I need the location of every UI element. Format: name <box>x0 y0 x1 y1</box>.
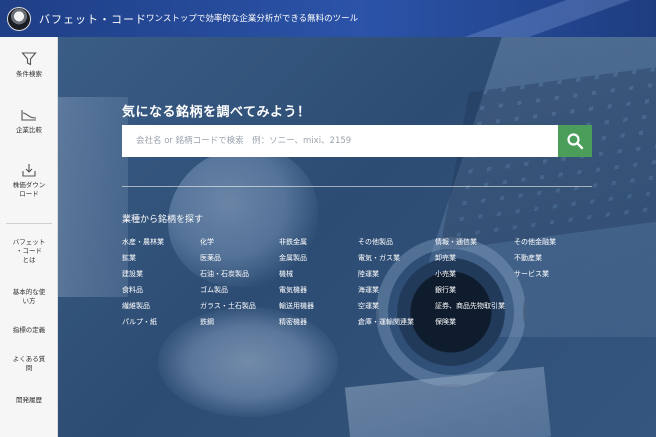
sidebar-link-changelog[interactable]: 開発履歴 <box>0 396 58 405</box>
industry-link[interactable]: 情報・通信業 <box>435 237 477 247</box>
search-button[interactable] <box>558 125 592 157</box>
background-paper <box>58 97 128 297</box>
industry-link[interactable]: 不動産業 <box>514 253 542 263</box>
sidebar-item-condition-search[interactable]: 条件検索 <box>0 51 58 79</box>
industry-link[interactable]: 鉱業 <box>122 253 136 263</box>
hero-section: 気になる銘柄を調べてみよう！ 業種から銘柄を探す 水産・農林業 鉱業 建設業 食… <box>58 37 656 437</box>
sidebar: 条件検索 企業比較 株価ダウン ロード バフェット ・コード とは 基本的な使 … <box>0 37 58 437</box>
industry-link[interactable]: ガラス・土石製品 <box>200 301 256 311</box>
sidebar-item-label: 株価ダウン ロード <box>12 181 46 198</box>
sidebar-link-definitions[interactable]: 指標の定義 <box>0 326 58 335</box>
sidebar-item-label: 条件検索 <box>16 70 42 78</box>
background-keyboard <box>439 63 656 251</box>
sidebar-link-faq[interactable]: よくある質 問 <box>0 355 58 373</box>
site-name[interactable]: バフェット・コード <box>39 11 147 27</box>
industry-link[interactable]: 海運業 <box>358 285 379 295</box>
industry-link[interactable]: 医薬品 <box>200 253 221 263</box>
compare-chart-icon <box>21 110 37 121</box>
industry-link[interactable]: 倉庫・運輸関連業 <box>358 317 414 327</box>
industry-link[interactable]: パルプ・紙 <box>122 317 157 327</box>
download-icon <box>22 164 36 177</box>
industry-link[interactable]: 化学 <box>200 237 214 247</box>
industry-link[interactable]: 水産・農林業 <box>122 237 164 247</box>
sidebar-link-basic-usage[interactable]: 基本的な使 い方 <box>0 288 58 306</box>
industry-link[interactable]: 小売業 <box>435 269 456 279</box>
logo-avatar-icon[interactable] <box>7 7 31 31</box>
industry-link[interactable]: 鉄鋼 <box>200 317 214 327</box>
industry-link[interactable]: 保険業 <box>435 317 456 327</box>
site-tagline: ワンストップで効率的な企業分析ができる無料のツール <box>146 14 359 24</box>
industry-link[interactable]: 石油・石炭製品 <box>200 269 249 279</box>
industry-link[interactable]: ゴム製品 <box>200 285 228 295</box>
industry-link[interactable]: 精密機器 <box>279 317 307 327</box>
industry-link[interactable]: 繊維製品 <box>122 301 150 311</box>
background-hand <box>158 307 338 417</box>
industry-link[interactable]: 建設業 <box>122 269 143 279</box>
background-documents <box>344 366 552 437</box>
industry-link[interactable]: その他製品 <box>358 237 393 247</box>
industry-link[interactable]: 銀行業 <box>435 285 456 295</box>
sidebar-item-label: 企業比較 <box>16 126 42 134</box>
industry-link[interactable]: 金属製品 <box>279 253 307 263</box>
search-icon <box>567 133 584 150</box>
industry-link[interactable]: 陸運業 <box>358 269 379 279</box>
industry-section-title: 業種から銘柄を探す <box>122 215 204 225</box>
stock-search-input[interactable] <box>122 125 558 157</box>
hero-title: 気になる銘柄を調べてみよう！ <box>122 105 311 120</box>
industry-link[interactable]: 電気・ガス業 <box>358 253 400 263</box>
hero-divider <box>122 186 592 187</box>
header-decoration <box>436 0 656 37</box>
industry-link[interactable]: 空運業 <box>358 301 379 311</box>
industry-link[interactable]: 非鉄金属 <box>279 237 307 247</box>
industry-link[interactable]: その他金融業 <box>514 237 556 247</box>
site-header: バフェット・コード ワンストップで効率的な企業分析ができる無料のツール <box>0 0 656 37</box>
industry-link[interactable]: 電気機器 <box>279 285 307 295</box>
industry-link[interactable]: 食料品 <box>122 285 143 295</box>
industry-link[interactable]: 卸売業 <box>435 253 456 263</box>
sidebar-item-price-download[interactable]: 株価ダウン ロード <box>0 162 58 199</box>
industry-link[interactable]: 輸送用機器 <box>279 301 314 311</box>
industry-link[interactable]: 証券、商品先物取引業 <box>435 301 505 311</box>
filter-icon <box>21 52 37 66</box>
sidebar-divider <box>6 223 52 224</box>
industry-link[interactable]: サービス業 <box>514 269 549 279</box>
sidebar-link-about[interactable]: バフェット ・コード とは <box>0 238 58 265</box>
industry-link[interactable]: 機械 <box>279 269 293 279</box>
sidebar-item-company-compare[interactable]: 企業比較 <box>0 107 58 135</box>
